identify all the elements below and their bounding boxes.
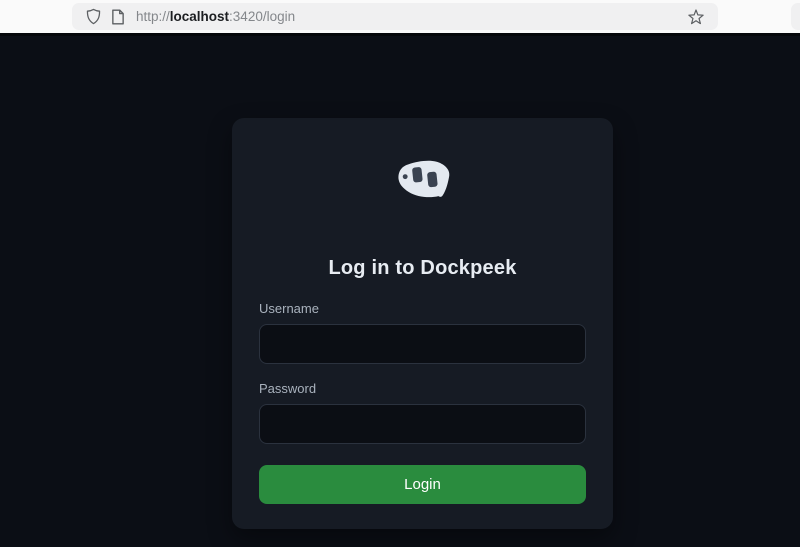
password-label: Password [259, 381, 586, 397]
browser-toolbar: http://localhost:3420/login [0, 0, 800, 33]
url-path: :3420/login [229, 9, 295, 24]
shield-icon[interactable] [85, 8, 102, 25]
login-button[interactable]: Login [259, 465, 586, 504]
login-page: Log in to Dockpeek Username Password Log… [0, 36, 800, 547]
url-bar[interactable]: http://localhost:3420/login [72, 3, 718, 30]
star-icon[interactable] [687, 8, 705, 26]
password-input[interactable] [259, 404, 586, 444]
page-title: Log in to Dockpeek [259, 255, 586, 281]
url-text[interactable]: http://localhost:3420/login [136, 9, 295, 24]
page-icon[interactable] [111, 9, 125, 25]
dockpeek-logo-icon [259, 156, 586, 201]
url-host: localhost [170, 9, 229, 24]
login-form: Username Password Login [259, 301, 586, 504]
login-card: Log in to Dockpeek Username Password Log… [232, 118, 613, 529]
username-label: Username [259, 301, 586, 317]
username-input[interactable] [259, 324, 586, 364]
url-scheme: http:// [136, 9, 170, 24]
toolbar-overflow-button[interactable] [791, 3, 800, 30]
